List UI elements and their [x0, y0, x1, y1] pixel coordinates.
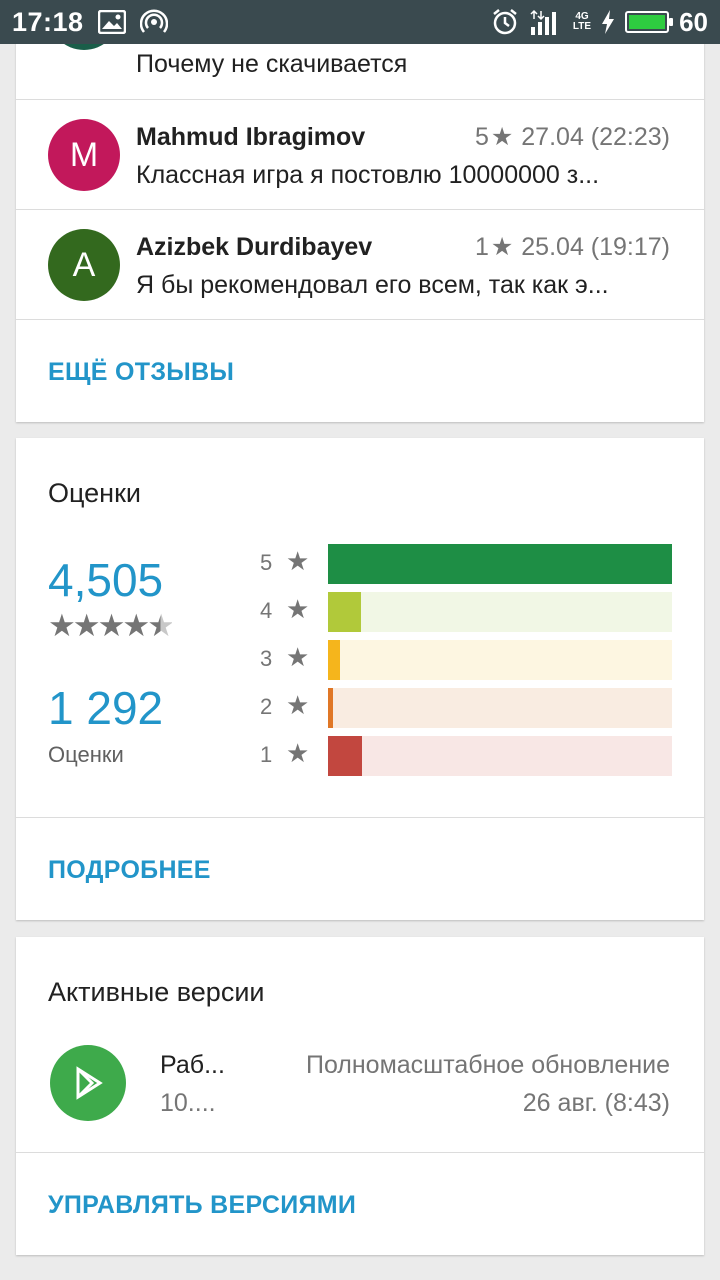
histogram-track	[328, 688, 672, 728]
version-type: Полномасштабное обновление	[305, 1051, 670, 1079]
star-icon: ★	[286, 642, 310, 672]
histogram-bar	[328, 688, 334, 728]
star-icon: ★	[490, 123, 514, 151]
alarm-icon	[491, 8, 519, 36]
battery-level: 60	[679, 6, 708, 37]
battery-icon	[625, 11, 674, 33]
histogram-row-4: 4 ★	[260, 592, 680, 632]
star-half-icon: ★	[147, 608, 175, 643]
histogram-bar	[328, 592, 361, 632]
reviewer-name: Azizbek Durdibayev	[136, 233, 373, 261]
histogram-track	[328, 544, 672, 584]
histogram-star-count: 3	[260, 646, 273, 671]
histogram-track	[328, 592, 672, 632]
histogram-row-2: 2 ★	[260, 688, 680, 728]
details-button[interactable]: ПОДРОБНЕЕ	[48, 856, 211, 885]
divider	[16, 1152, 704, 1153]
version-number: 10....	[160, 1089, 216, 1117]
histogram-bar	[328, 640, 341, 680]
review-meta: 1★ 25.04 (19:17)	[475, 232, 670, 262]
hotspot-icon	[139, 8, 168, 36]
review-text: Классная игра я постовлю 10000000 з...	[136, 161, 600, 189]
charging-icon	[601, 10, 615, 34]
divider	[16, 319, 704, 320]
ratings-count-label: Оценки	[48, 742, 124, 767]
more-reviews-button[interactable]: ЕЩЁ ОТЗЫВЫ	[48, 358, 234, 387]
versions-card: Активные версии Раб... 10.... Полномасшт…	[16, 937, 704, 1255]
ratings-card: Оценки 4,505 ★★★★★ 1 292 Оценки 5 ★ 4 ★ 3 ★ 2 ★…	[16, 438, 704, 920]
image-notification-icon	[97, 10, 126, 34]
play-console-icon	[50, 1045, 126, 1121]
star-icon: ★	[72, 608, 101, 643]
ratings-count: 1 292	[48, 682, 164, 734]
review-date: 27.04 (22:23)	[521, 123, 670, 151]
star-icon: ★	[122, 608, 150, 643]
signal-icon	[529, 9, 563, 35]
average-rating: 4,505	[48, 554, 164, 606]
reviewer-avatar: A	[48, 229, 120, 301]
histogram-track	[328, 736, 672, 776]
version-app-name: Раб...	[160, 1051, 225, 1079]
review-text: Я бы рекомендовал его всем, так как э...	[136, 271, 609, 299]
ratings-title: Оценки	[48, 478, 141, 508]
histogram-row-3: 3 ★	[260, 640, 680, 680]
status-bar: 17:18 4G LTE 60	[0, 0, 720, 44]
review-text: Почему не скачивается	[136, 50, 408, 78]
reviewer-name: Mahmud Ibragimov	[136, 123, 366, 151]
star-icon: ★	[286, 594, 310, 624]
review-item[interactable]: M Mahmud Ibragimov 5★ 27.04 (22:23) Класс…	[16, 100, 704, 210]
star-icon: ★	[286, 690, 310, 720]
histogram-track	[328, 640, 672, 680]
status-time: 17:18	[12, 6, 84, 37]
reviewer-avatar: M	[48, 119, 120, 191]
histogram-bar	[328, 544, 672, 584]
review-meta: 5★ 27.04 (22:23)	[475, 122, 670, 152]
histogram-star-count: 2	[260, 694, 273, 719]
star-icon: ★	[97, 608, 126, 643]
version-date: 26 авг. (8:43)	[522, 1089, 670, 1117]
reviews-card: A Почему не скачивается M Mahmud Ibragim…	[16, 0, 704, 422]
star-icon: ★	[286, 738, 310, 768]
versions-title: Активные версии	[48, 977, 265, 1007]
histogram-star-count: 5	[260, 550, 273, 575]
average-stars: ★★★★★	[48, 608, 175, 644]
manage-versions-button[interactable]: УПРАВЛЯТЬ ВЕРСИЯМИ	[48, 1191, 356, 1220]
review-rating: 5	[474, 123, 489, 151]
review-item[interactable]: A Azizbek Durdibayev 1★ 25.04 (19:17) Я б…	[16, 210, 704, 320]
review-date: 25.04 (19:17)	[521, 233, 670, 261]
review-rating: 1	[474, 233, 489, 261]
histogram-row-1: 1 ★	[260, 736, 680, 776]
histogram-star-count: 4	[260, 598, 273, 623]
star-icon: ★	[48, 608, 76, 643]
star-icon: ★	[490, 233, 514, 261]
divider	[16, 817, 704, 818]
histogram-bar	[328, 736, 363, 776]
histogram-row-5: 5 ★	[260, 544, 680, 584]
network-type-icon: 4G LTE	[572, 11, 592, 32]
star-icon: ★	[286, 546, 310, 576]
histogram-star-count: 1	[260, 742, 273, 767]
